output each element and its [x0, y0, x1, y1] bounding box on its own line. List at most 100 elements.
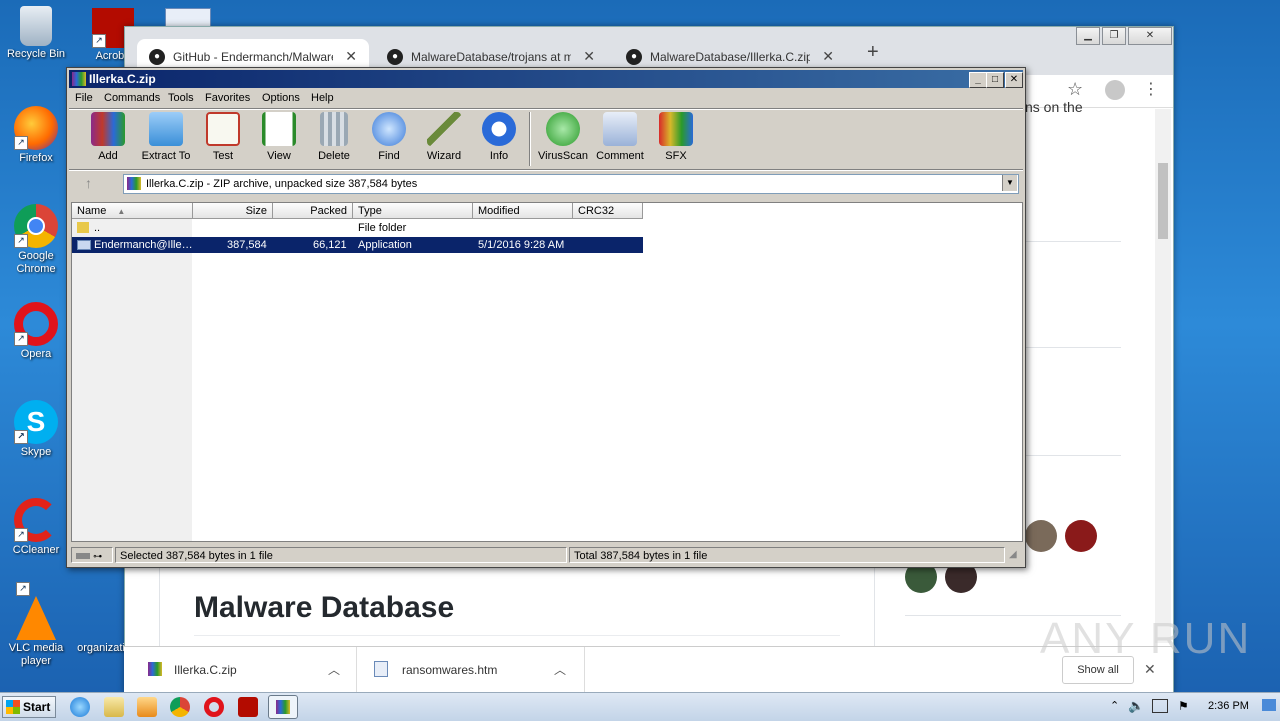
bookmark-star-icon[interactable]: ☆: [1067, 79, 1083, 100]
scrollbar[interactable]: [1155, 109, 1171, 643]
column-type[interactable]: Type: [353, 203, 473, 219]
download-item[interactable]: Illerka.C.zip ︿: [124, 647, 357, 693]
close-tab-icon[interactable]: ✕: [822, 48, 834, 65]
chrome-taskbar-icon[interactable]: [170, 697, 190, 717]
menu-options[interactable]: Options: [262, 92, 300, 104]
status-icons: ⊶: [71, 547, 113, 563]
column-modified[interactable]: Modified: [473, 203, 573, 219]
row-modified: 5/1/2016 9:28 AM: [478, 239, 565, 251]
toolbar-label: Comment: [596, 150, 644, 162]
download-filename: ransomwares.htm: [402, 663, 498, 677]
winrar-icon: [276, 700, 290, 714]
toolbar-find-button[interactable]: Find: [361, 112, 417, 162]
dropdown-arrow-icon[interactable]: ▼: [1002, 175, 1017, 191]
row-type: Application: [358, 239, 412, 251]
menu-bar: File Commands Tools Favorites Options He…: [69, 89, 1023, 107]
desktop-icon-label: Firefox: [19, 152, 53, 164]
column-label: CRC32: [578, 205, 615, 217]
toolbar-comment-button[interactable]: Comment: [592, 112, 648, 162]
shortcut-arrow-icon: ↗: [14, 430, 28, 444]
menu-favorites[interactable]: Favorites: [205, 92, 250, 104]
restore-button[interactable]: ❐: [1102, 27, 1126, 45]
column-size[interactable]: Size: [193, 203, 273, 219]
close-tab-icon[interactable]: ✕: [583, 48, 595, 65]
chrome-icon[interactable]: ↗ Google Chrome: [1, 204, 71, 276]
toolbar-sfx-button[interactable]: SFX: [648, 112, 704, 162]
toolbar-add-button[interactable]: Add: [80, 112, 136, 162]
acrobat-taskbar-icon[interactable]: [238, 697, 258, 717]
maximize-button[interactable]: □: [986, 72, 1004, 88]
vlc-icon[interactable]: ↗ VLC media player: [1, 582, 71, 668]
download-item[interactable]: ransomwares.htm ︿: [358, 647, 585, 693]
network-icon[interactable]: [1152, 699, 1168, 713]
close-tab-icon[interactable]: ✕: [345, 48, 357, 65]
menu-commands[interactable]: Commands: [104, 92, 160, 104]
toolbar-label: VirusScan: [538, 150, 588, 162]
window-title: Illerka.C.zip: [89, 72, 156, 86]
menu-file[interactable]: File: [75, 92, 93, 104]
chevron-up-icon[interactable]: ︿: [328, 661, 340, 678]
column-crc32[interactable]: CRC32: [573, 203, 643, 219]
firefox-icon[interactable]: ↗ Firefox: [1, 106, 71, 165]
start-button[interactable]: Start: [2, 696, 56, 718]
flag-icon[interactable]: ⚑: [1178, 699, 1189, 713]
close-button[interactable]: ✕: [1005, 72, 1023, 88]
column-name[interactable]: Name ▲: [72, 203, 193, 219]
scrollbar-thumb[interactable]: [1158, 163, 1168, 239]
ie-icon[interactable]: [70, 697, 90, 717]
table-row-selected[interactable]: Endermanch@Ille… 387,584 66,121 Applicat…: [72, 237, 643, 253]
new-tab-button[interactable]: +: [867, 41, 879, 64]
toolbar-wizard-button[interactable]: Wizard: [416, 112, 472, 162]
shortcut-arrow-icon: ↗: [14, 234, 28, 248]
recycle-bin-icon[interactable]: Recycle Bin: [1, 6, 71, 61]
ccleaner-icon[interactable]: ↗ CCleaner: [1, 498, 71, 557]
up-folder-icon[interactable]: ↑: [85, 175, 92, 191]
menu-help[interactable]: Help: [311, 92, 334, 104]
file-list: Name ▲ Size Packed Type Modified CRC32 .…: [71, 202, 1023, 542]
minimize-button[interactable]: ▁: [1076, 27, 1100, 45]
toolbar-view-button[interactable]: View: [251, 112, 307, 162]
folder-icon: [149, 112, 183, 146]
winrar-taskbar-icon[interactable]: [268, 695, 298, 719]
row-name: Endermanch@Ille…: [94, 239, 193, 251]
explorer-icon[interactable]: [104, 697, 124, 717]
speaker-icon[interactable]: 🔈: [1128, 698, 1144, 714]
desktop-icon-label: VLC media player: [8, 642, 64, 667]
minimize-button[interactable]: _: [969, 72, 987, 88]
clock[interactable]: 2:36 PM: [1208, 700, 1249, 712]
toolbar-virusscan-button[interactable]: VirusScan: [535, 112, 591, 162]
contributor-avatar[interactable]: [1025, 520, 1057, 552]
column-label: Type: [358, 205, 382, 217]
archive-path-field[interactable]: Illerka.C.zip - ZIP archive, unpacked si…: [123, 174, 1019, 194]
chrome-image: ↗: [14, 204, 58, 248]
table-row[interactable]: .. File folder: [72, 220, 643, 236]
show-desktop-button[interactable]: [1262, 699, 1276, 711]
profile-avatar-icon[interactable]: [1105, 80, 1125, 100]
winrar-titlebar[interactable]: Illerka.C.zip _ □ ✕: [69, 70, 1023, 88]
windows-logo-icon: [6, 700, 20, 714]
anyrun-watermark: ANY RUN: [1040, 614, 1252, 663]
close-window-button[interactable]: ✕: [1128, 27, 1172, 45]
document-shortcut-icon[interactable]: [165, 8, 211, 28]
menu-tools[interactable]: Tools: [168, 92, 194, 104]
resize-grip-icon[interactable]: ◢: [1009, 549, 1017, 560]
toolbar-delete-button[interactable]: Delete: [306, 112, 362, 162]
contributor-avatar[interactable]: [1065, 520, 1097, 552]
media-player-icon[interactable]: [137, 697, 157, 717]
tab-title: GitHub - Endermanch/MalwareDatab: [173, 50, 333, 64]
opera-icon[interactable]: ↗ Opera: [1, 302, 71, 361]
opera-taskbar-icon[interactable]: [204, 697, 224, 717]
tab-title: MalwareDatabase/trojans at master: [411, 50, 571, 64]
downloads-bar: Illerka.C.zip ︿ ransomwares.htm ︿ Show a…: [124, 646, 1172, 693]
column-packed[interactable]: Packed: [273, 203, 353, 219]
toolbar-test-button[interactable]: Test: [195, 112, 251, 162]
toolbar-separator: [69, 169, 1023, 171]
toolbar-extract-button[interactable]: Extract To: [138, 112, 194, 162]
row-type: File folder: [358, 222, 407, 234]
chevron-up-icon[interactable]: ︿: [554, 661, 566, 678]
skype-icon[interactable]: S ↗ Skype: [1, 400, 71, 459]
row-size: 387,584: [227, 239, 267, 251]
tray-expand-icon[interactable]: ⌃: [1110, 699, 1119, 712]
chrome-menu-icon[interactable]: ⋮: [1143, 79, 1159, 99]
toolbar-info-button[interactable]: Info: [471, 112, 527, 162]
